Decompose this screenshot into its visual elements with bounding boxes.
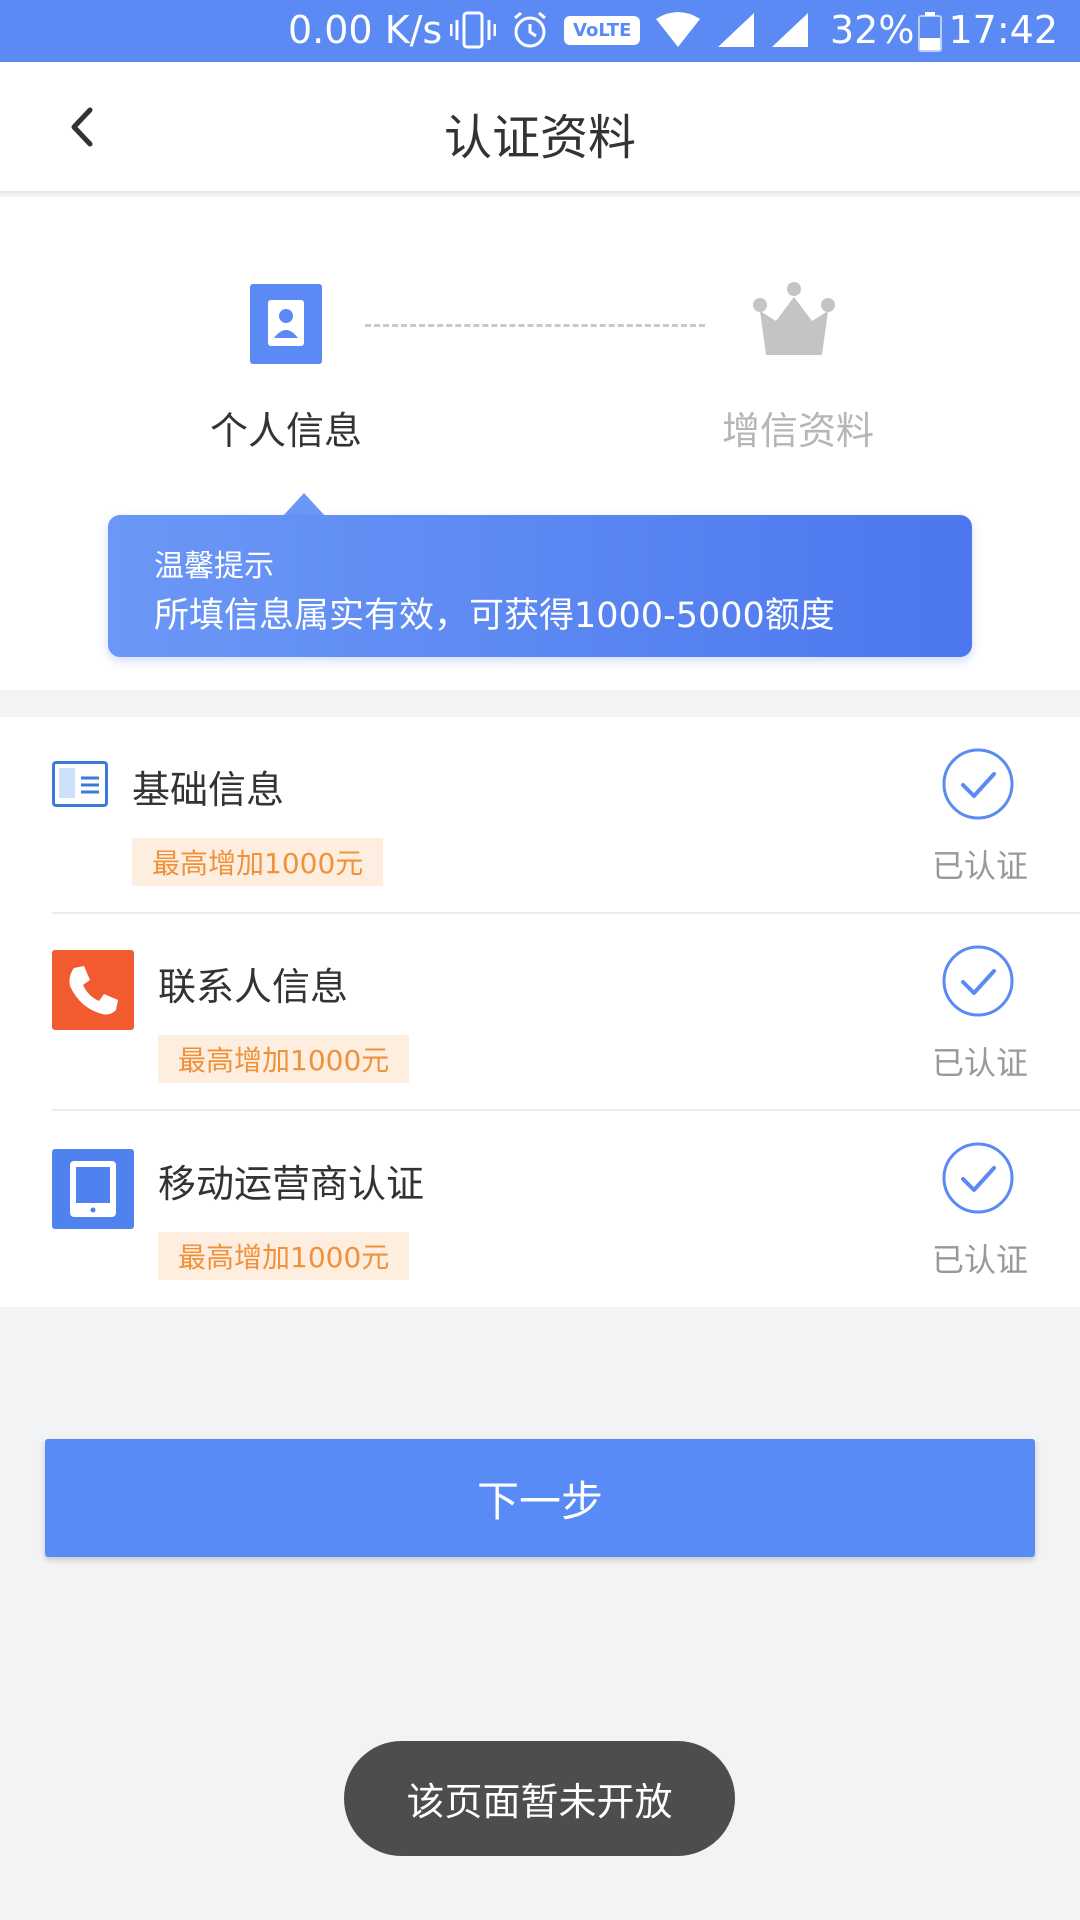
vibrate-icon [450, 11, 496, 49]
steps-panel: 个人信息 增信资料 温馨提示 所填信息属实有效，可获得1000-5000额度 [0, 197, 1080, 690]
step-connector [365, 324, 705, 327]
signal-icon [718, 13, 755, 47]
list-item-title: 联系人信息 [158, 965, 349, 1009]
volte-icon: VoLTE [564, 15, 641, 45]
list-item-carrier[interactable]: 移动运营商认证 最高增加1000元 已认证 [0, 1111, 1080, 1308]
clock: 17:42 [948, 8, 1058, 52]
status-icons: VoLTE [450, 10, 810, 50]
nav-bar: 认证资料 [0, 62, 1080, 194]
status-bar: 0.00 K/s VoLTE 32% 17:42 [0, 0, 1080, 62]
bonus-badge: 最高增加1000元 [158, 1035, 410, 1083]
next-step-button[interactable]: 下一步 [45, 1439, 1035, 1557]
list-item-contacts[interactable]: 联系人信息 最高增加1000元 已认证 [0, 914, 1080, 1111]
battery-level: 32% [830, 8, 915, 52]
status-label: 已认证 [932, 847, 1029, 885]
check-circle-icon [942, 1142, 1014, 1214]
bonus-badge: 最高增加1000元 [132, 838, 384, 886]
wifi-icon [656, 12, 701, 47]
status-label: 已认证 [932, 1241, 1029, 1279]
list-item-title: 基础信息 [132, 768, 285, 812]
toast-message: 该页面暂未开放 [344, 1741, 735, 1856]
network-speed: 0.00 K/s [288, 8, 443, 52]
tip-text: 所填信息属实有效，可获得1000-5000额度 [154, 596, 835, 636]
check-circle-icon [942, 748, 1014, 820]
tip-title: 温馨提示 [154, 549, 274, 584]
phone-icon [52, 950, 134, 1030]
list-item-basic-info[interactable]: 基础信息 最高增加1000元 已认证 [0, 717, 1080, 914]
tip-pointer [282, 493, 326, 517]
step-personal-info: 个人信息 [210, 409, 363, 453]
crown-icon [753, 282, 835, 355]
person-card-icon [250, 284, 322, 364]
page-title: 认证资料 [443, 110, 636, 166]
list-item-title: 移动运营商认证 [158, 1162, 425, 1206]
tip-banner: 温馨提示 所填信息属实有效，可获得1000-5000额度 [108, 515, 972, 657]
id-card-icon [52, 761, 108, 807]
status-label: 已认证 [932, 1044, 1029, 1082]
signal-icon [772, 13, 809, 47]
check-circle-icon [942, 945, 1014, 1017]
alarm-icon [514, 11, 546, 48]
bonus-badge: 最高增加1000元 [158, 1232, 410, 1280]
battery-icon [918, 12, 942, 52]
mobile-device-icon [52, 1149, 134, 1229]
verification-list: 基础信息 最高增加1000元 已认证 联系人信息 最高增加1000元 已认证 移… [0, 717, 1080, 1307]
step-credit-info: 增信资料 [722, 409, 875, 453]
